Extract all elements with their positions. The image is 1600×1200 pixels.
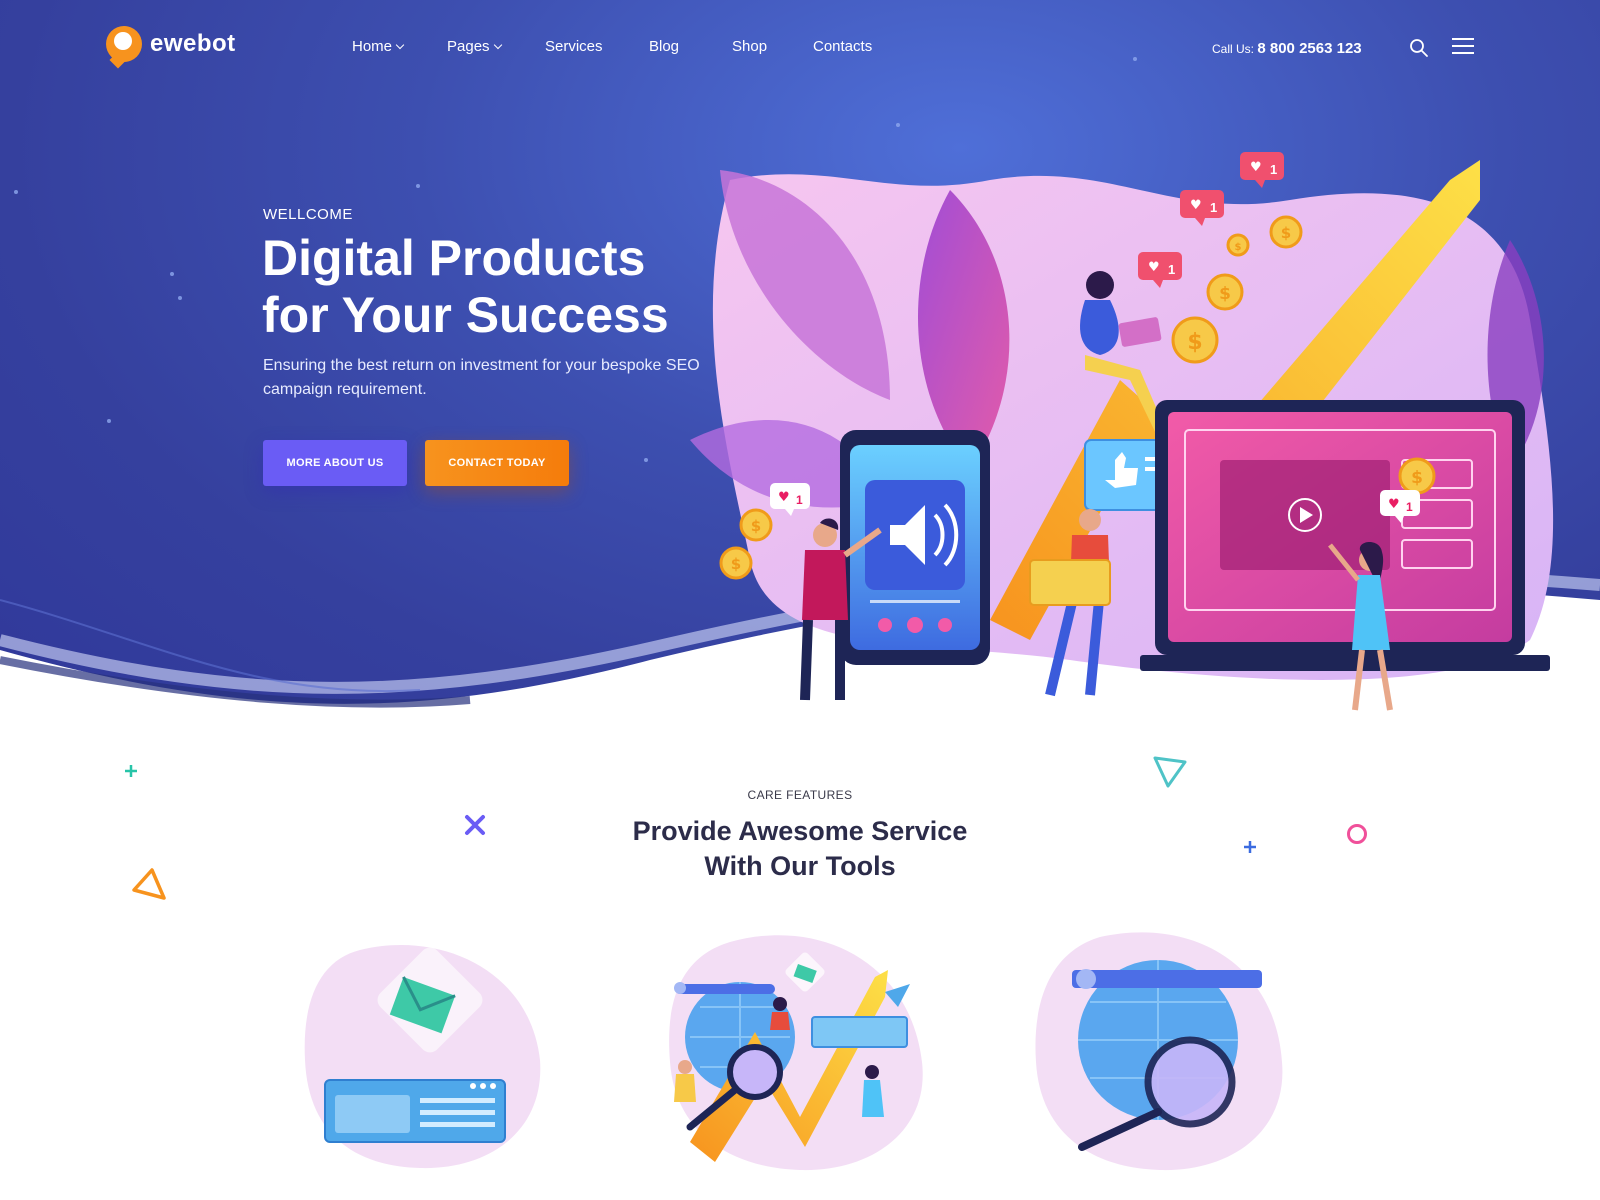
star-dot: [107, 419, 111, 423]
svg-text:$: $: [751, 517, 761, 535]
hero-eyebrow: WELLCOME: [263, 206, 353, 223]
chevron-down-icon: [395, 40, 405, 49]
hero-section: ewebot Home Pages Services Blog Shop Con…: [0, 0, 1600, 740]
hero-title: Digital Products for Your Success: [262, 230, 722, 344]
logo-icon: [106, 26, 142, 62]
nav-item-home[interactable]: Home: [352, 38, 447, 55]
hero-title-line: Digital Products: [262, 230, 646, 286]
svg-text:♥: ♥: [778, 490, 790, 505]
plus-decoration-icon: [1244, 841, 1256, 853]
heart-badge: [1240, 152, 1284, 188]
email-marketing-illustration: [304, 944, 541, 1169]
svg-text:♥: ♥: [1388, 497, 1400, 512]
features-eyebrow: CARE FEATURES: [747, 788, 853, 802]
hero-illustration: $ $ $ $ $ $ $ ♥ ♥ ♥ ♥ ♥: [690, 152, 1554, 711]
contact-today-button[interactable]: CONTACT TODAY: [425, 440, 569, 486]
plus-decoration-icon: [125, 765, 137, 777]
cross-decoration-icon: [465, 815, 485, 835]
svg-text:$: $: [1281, 224, 1291, 242]
call-label: Call Us:: [1212, 42, 1255, 56]
hamburger-menu-icon[interactable]: [1452, 38, 1474, 56]
nav-item-label: Shop: [732, 38, 768, 55]
star-dot: [416, 184, 420, 188]
nav-item-label: Blog: [649, 38, 680, 55]
svg-text:♥: ♥: [1190, 198, 1202, 213]
star-dot: [178, 296, 182, 300]
nav-item-contacts[interactable]: Contacts: [813, 38, 872, 55]
nav-item-label: Home: [352, 38, 393, 55]
call-us[interactable]: Call Us: 8 800 2563 123: [1212, 40, 1362, 57]
phone-number: 8 800 2563 123: [1257, 40, 1362, 57]
features-title-line: With Our Tools: [704, 851, 896, 881]
brand-logo[interactable]: ewebot: [106, 26, 236, 62]
svg-text:$: $: [1219, 284, 1231, 304]
nav-item-shop[interactable]: Shop: [732, 38, 813, 55]
hero-title-line: for Your Success: [262, 287, 669, 343]
global-search-illustration: [1035, 932, 1283, 1171]
top-navigation: ewebot Home Pages Services Blog Shop Con…: [0, 0, 1600, 96]
seo-growth-illustration: [669, 935, 923, 1171]
svg-text:♥: ♥: [1250, 160, 1262, 175]
nav-item-label: Pages: [447, 38, 490, 55]
star-dot: [896, 123, 900, 127]
more-about-us-button[interactable]: MORE ABOUT US: [263, 440, 407, 486]
svg-text:$: $: [1411, 468, 1423, 488]
circle-decoration-icon: [1347, 824, 1367, 844]
svg-text:$: $: [1235, 242, 1242, 253]
triangle-decoration-icon: [1153, 756, 1187, 788]
hero-subtitle: Ensuring the best return on investment f…: [263, 357, 700, 398]
search-icon[interactable]: [1409, 38, 1429, 58]
svg-text:♥: ♥: [1148, 260, 1160, 275]
svg-text:$: $: [731, 555, 741, 573]
nav-item-pages[interactable]: Pages: [447, 38, 545, 55]
brand-name: ewebot: [150, 30, 236, 57]
nav-item-label: Services: [545, 38, 603, 55]
nav-item-blog[interactable]: Blog: [649, 38, 732, 55]
chevron-down-icon: [493, 40, 502, 49]
nav-item-services[interactable]: Services: [545, 38, 649, 55]
main-menu: Home Pages Services Blog Shop Contacts: [352, 38, 872, 55]
nav-item-label: Contacts: [813, 38, 873, 55]
star-dot: [644, 458, 648, 462]
star-dot: [170, 272, 174, 276]
triangle-decoration-icon: [132, 868, 166, 900]
svg-text:$: $: [1187, 330, 1202, 355]
star-dot: [14, 190, 18, 194]
